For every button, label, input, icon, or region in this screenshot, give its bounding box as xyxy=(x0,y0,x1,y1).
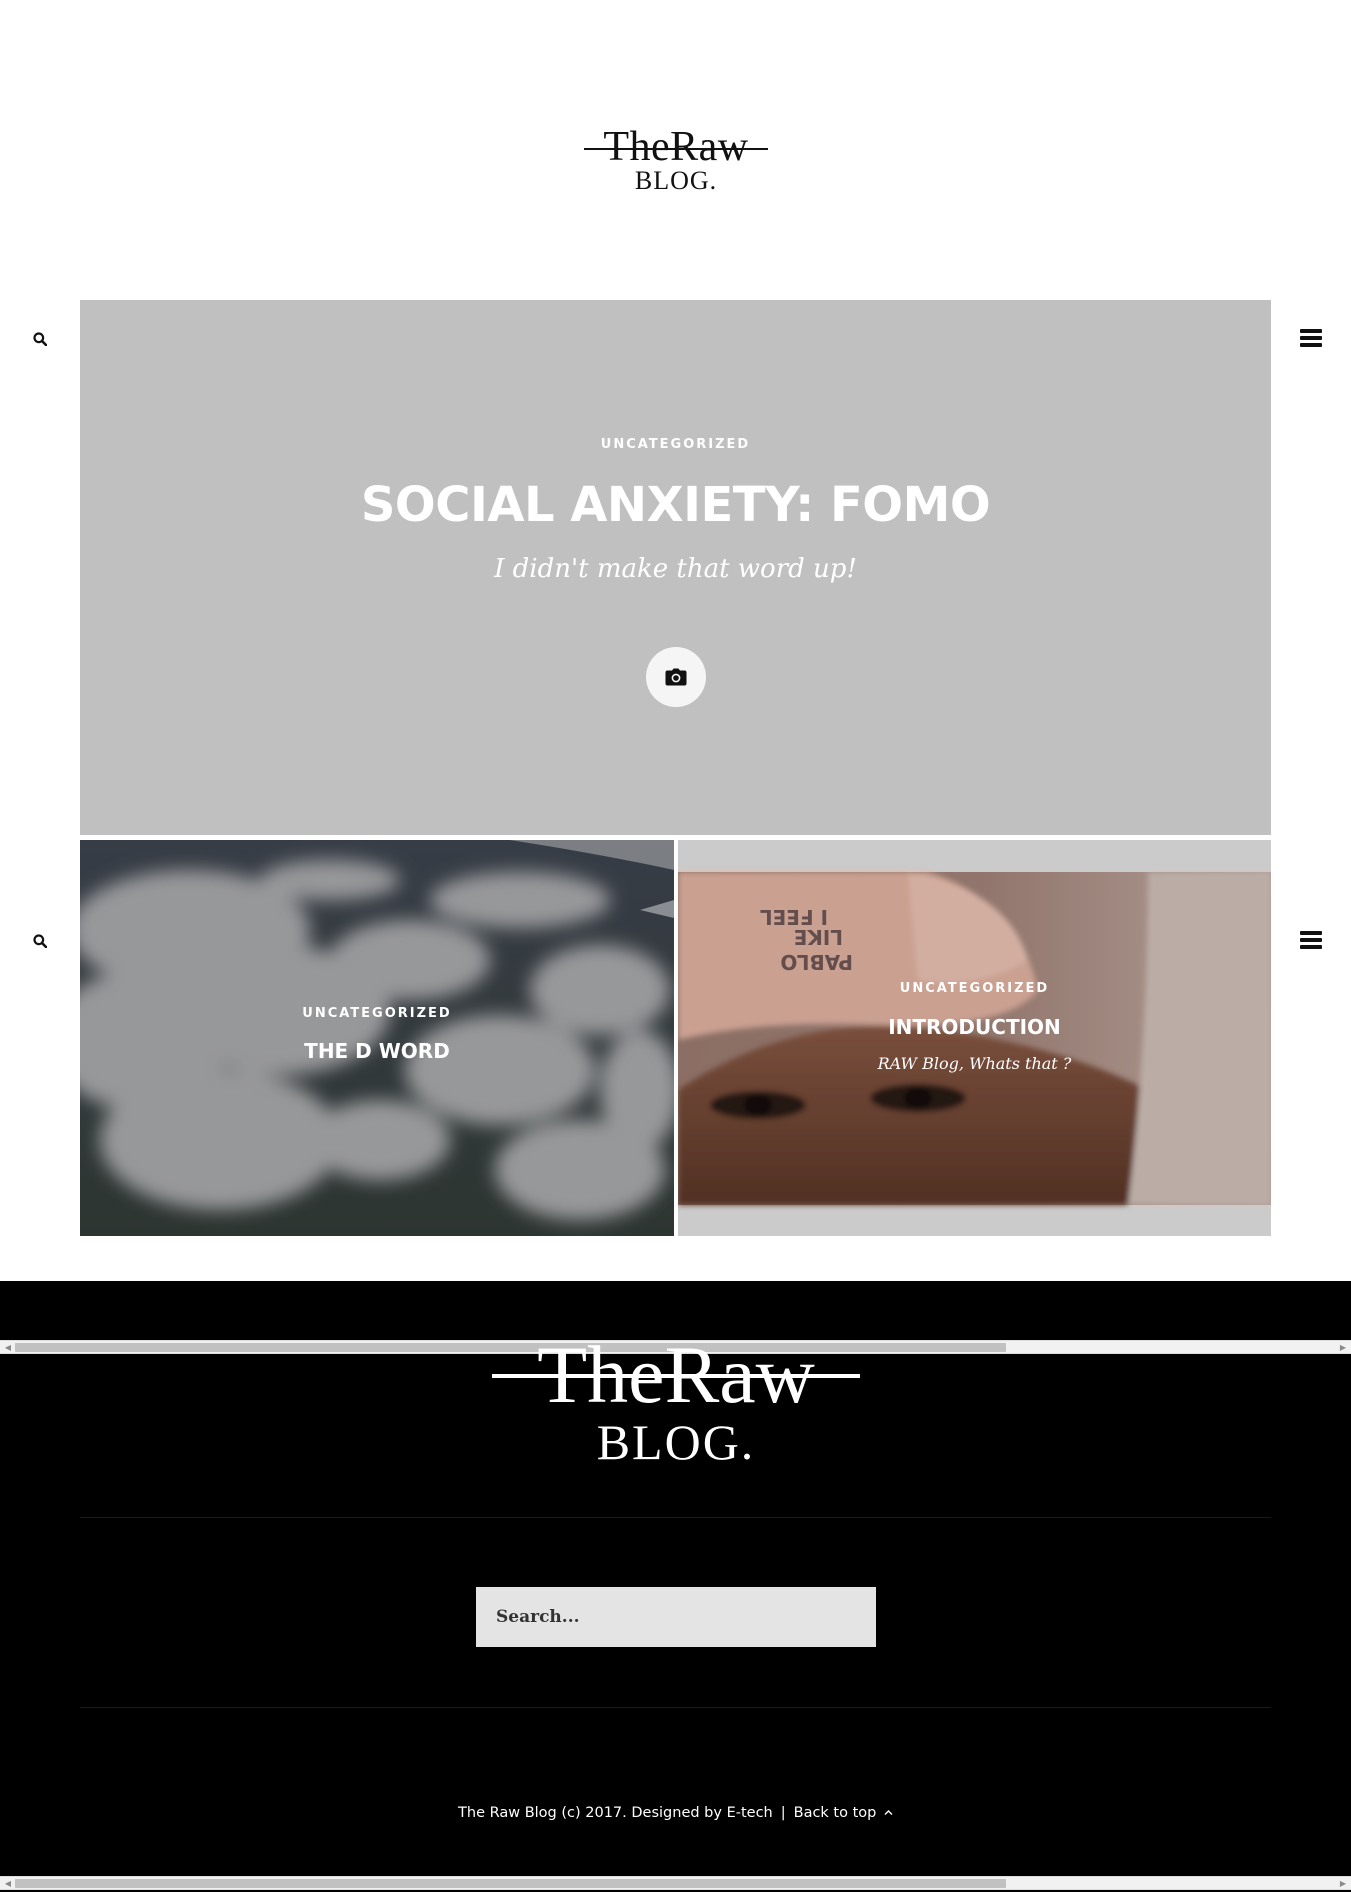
site-logo[interactable]: TheRaw BLOG. xyxy=(584,124,768,195)
logo-strike-line xyxy=(584,148,768,150)
menu-icon xyxy=(1300,329,1322,347)
camera-icon xyxy=(665,668,687,686)
footer-divider xyxy=(80,1517,1271,1518)
scroll-left-icon[interactable]: ◀ xyxy=(2,1343,14,1352)
logo-text-bottom: BLOG. xyxy=(634,166,718,195)
post-card-d-word[interactable]: UNCATEGORIZED THE D WORD xyxy=(80,840,674,1236)
post-format-badge xyxy=(646,647,706,707)
footer-logo[interactable]: TheRaw BLOG. xyxy=(492,1332,860,1470)
post-category[interactable]: UNCATEGORIZED xyxy=(678,981,1271,996)
scroll-right-icon[interactable]: ▶ xyxy=(1337,1879,1349,1888)
post-thumbnail-image xyxy=(80,840,674,1236)
footer-copyright: The Raw Blog (c) 2017. Designed by E-tec… xyxy=(0,1805,1351,1821)
footer-logo-text-bottom: BLOG. xyxy=(596,1414,756,1470)
logo-text-top: TheRaw xyxy=(603,124,749,170)
menu-icon xyxy=(1300,931,1322,949)
search-toggle-button-secondary[interactable] xyxy=(25,926,55,956)
post-subtitle: RAW Blog, Whats that ? xyxy=(877,1054,1072,1073)
menu-toggle-button[interactable] xyxy=(1296,323,1326,353)
post-title[interactable]: SOCIAL ANXIETY: FOMO xyxy=(80,477,1271,533)
scroll-right-icon[interactable]: ▶ xyxy=(1337,1343,1349,1352)
footer-search-input[interactable] xyxy=(476,1587,876,1647)
chevron-up-icon xyxy=(884,1810,893,1815)
post-category[interactable]: UNCATEGORIZED xyxy=(80,437,1271,452)
search-icon xyxy=(33,332,47,346)
post-title[interactable]: THE D WORD xyxy=(80,1039,674,1063)
scrollbar-thumb[interactable] xyxy=(15,1879,1006,1888)
back-to-top-link[interactable]: Back to top xyxy=(794,1805,893,1821)
horizontal-scrollbar-bottom[interactable]: ◀ ▶ xyxy=(0,1876,1351,1890)
scroll-left-icon[interactable]: ◀ xyxy=(2,1879,14,1888)
search-icon xyxy=(33,934,47,948)
footer-logo-strike-line xyxy=(492,1374,860,1378)
post-title[interactable]: INTRODUCTION xyxy=(678,1015,1271,1039)
menu-toggle-button-secondary[interactable] xyxy=(1296,925,1326,955)
featured-post[interactable]: UNCATEGORIZED SOCIAL ANXIETY: FOMO I did… xyxy=(80,300,1271,835)
copyright-text: The Raw Blog (c) 2017. Designed by E-tec… xyxy=(458,1805,773,1821)
post-category[interactable]: UNCATEGORIZED xyxy=(80,1006,674,1021)
search-toggle-button[interactable] xyxy=(25,324,55,354)
footer-separator: | xyxy=(780,1805,786,1821)
footer-divider xyxy=(80,1707,1271,1708)
back-to-top-label: Back to top xyxy=(793,1805,877,1821)
site-footer: ◀ ▶ TheRaw BLOG. The Raw Blog (c) 2017. … xyxy=(0,1281,1351,1892)
post-card-introduction[interactable]: I FEEL LIKE PABLO UNCATEGORIZED INTRODUC… xyxy=(678,840,1271,1236)
post-subtitle: I didn't make that word up! xyxy=(494,554,857,584)
